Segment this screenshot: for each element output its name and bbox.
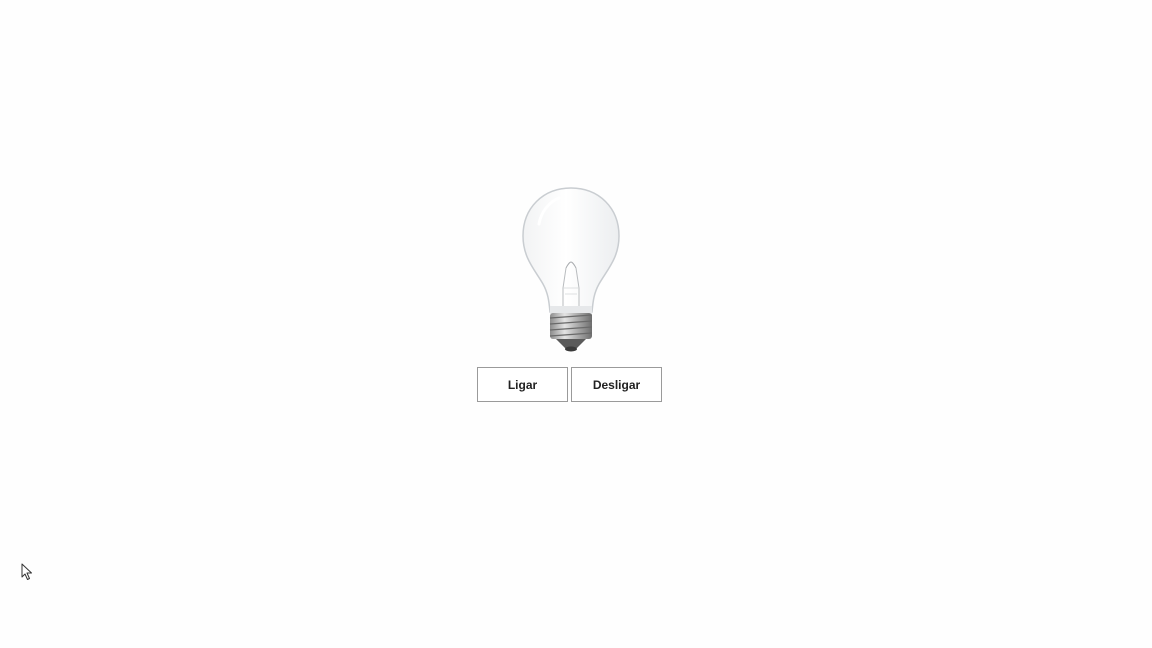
lightbulb-icon (522, 187, 620, 352)
turn-off-button[interactable]: Desligar (571, 367, 662, 402)
lamp-controls: Ligar Desligar (477, 367, 662, 402)
mouse-cursor-icon (21, 563, 32, 580)
turn-on-button[interactable]: Ligar (477, 367, 568, 402)
page: Ligar Desligar (0, 0, 1152, 648)
lamp-panel: Ligar Desligar (477, 184, 664, 404)
